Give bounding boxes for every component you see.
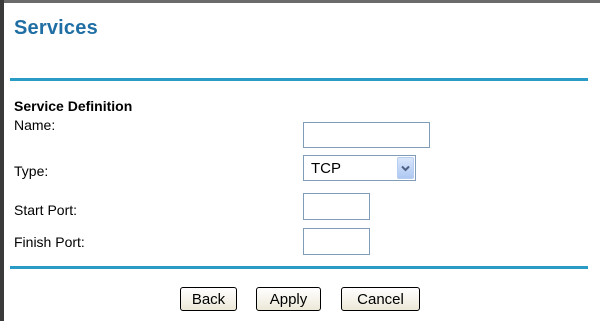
name-label: Name: bbox=[14, 117, 56, 133]
type-select[interactable]: TCP bbox=[303, 155, 416, 181]
section-heading: Service Definition bbox=[14, 98, 133, 114]
back-button[interactable]: Back bbox=[180, 287, 237, 311]
cancel-button[interactable]: Cancel bbox=[341, 287, 420, 311]
finish-port-input[interactable] bbox=[303, 228, 370, 255]
start-port-input[interactable] bbox=[303, 193, 370, 220]
divider-top bbox=[10, 78, 588, 81]
chevron-down-icon[interactable] bbox=[397, 157, 414, 179]
window-top-border bbox=[0, 0, 600, 3]
name-input[interactable] bbox=[303, 122, 430, 148]
chevron-down-icon-glyph bbox=[401, 165, 410, 171]
finish-port-label: Finish Port: bbox=[14, 234, 85, 250]
type-label: Type: bbox=[14, 163, 49, 179]
apply-button[interactable]: Apply bbox=[256, 287, 321, 311]
type-select-value: TCP bbox=[311, 160, 341, 177]
page-title: Services bbox=[14, 17, 98, 39]
start-port-label: Start Port: bbox=[14, 202, 78, 218]
window-left-border bbox=[0, 0, 4, 321]
divider-bottom bbox=[10, 266, 588, 269]
